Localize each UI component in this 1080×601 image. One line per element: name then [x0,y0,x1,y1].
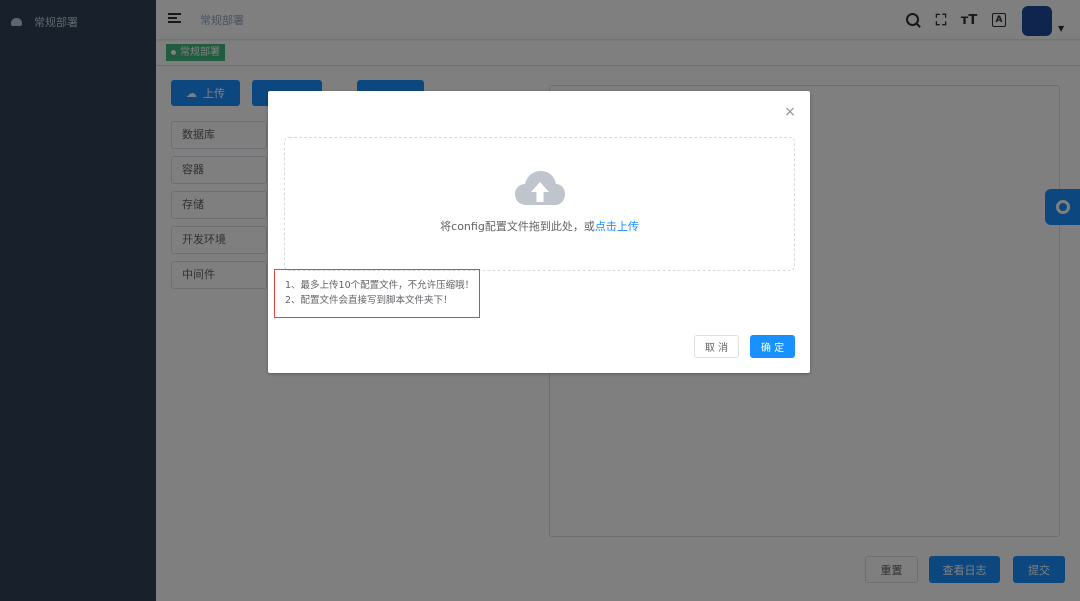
tip-line: 1、最多上传10个配置文件，不允许压缩哦！ [285,280,475,291]
cancel-button[interactable]: 取 消 [694,335,739,358]
cloud-upload-icon [515,171,565,205]
confirm-button[interactable]: 确 定 [750,335,795,358]
close-icon[interactable]: × [782,104,798,120]
tip-line: 2、配置文件会直接写到脚本文件夹下！ [285,295,453,306]
dropzone-text: 将config配置文件拖到此处，或点击上传 [440,220,639,233]
upload-dropzone[interactable]: 将config配置文件拖到此处，或点击上传 [284,137,795,271]
upload-dialog: × 将config配置文件拖到此处，或点击上传 1、最多上传10个配置文件，不允… [268,91,810,373]
click-upload-link[interactable]: 点击上传 [595,220,639,233]
upload-tips: 1、最多上传10个配置文件，不允许压缩哦！ 2、配置文件会直接写到脚本文件夹下！ [274,269,480,318]
